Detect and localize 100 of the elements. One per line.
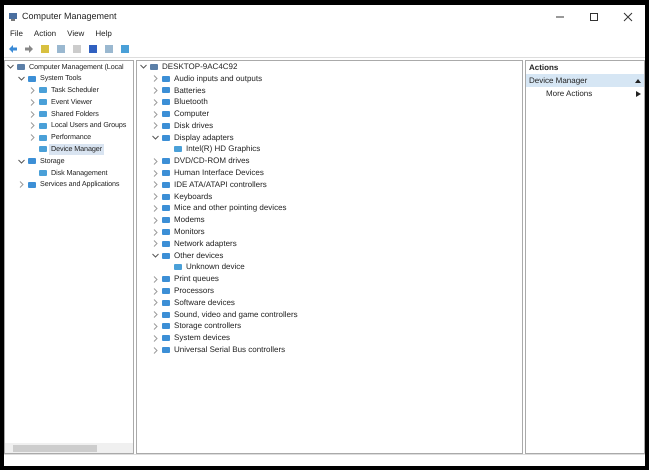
device-icon — [161, 192, 171, 202]
device-icon — [27, 156, 37, 166]
window-title: Computer Management — [22, 10, 118, 23]
device-tree-item[interactable]: Processors — [172, 285, 216, 298]
expand-chevron-icon[interactable] — [151, 216, 160, 225]
device-tree-item[interactable]: Monitors — [172, 226, 207, 238]
device-tree-item[interactable]: Other devices — [172, 250, 226, 262]
device-icon — [161, 132, 171, 143]
device-tree-item[interactable]: Storage controllers — [172, 320, 244, 332]
device-tree-item[interactable]: Unknown device — [184, 261, 247, 274]
expand-chevron-icon[interactable] — [151, 286, 160, 296]
submenu-arrow-icon[interactable] — [636, 90, 641, 96]
collapse-chevron-icon[interactable] — [139, 62, 148, 72]
expand-chevron-icon[interactable] — [151, 322, 160, 331]
device-tree-item[interactable]: Display adapters — [172, 132, 236, 144]
device-tree-item[interactable]: Human Interface Devices — [172, 167, 266, 180]
expand-chevron-icon[interactable] — [151, 346, 160, 355]
expand-chevron-icon[interactable] — [151, 204, 160, 213]
collapse-chevron-icon[interactable] — [17, 156, 26, 166]
horizontal-scrollbar[interactable] — [5, 443, 133, 453]
back-arrow-icon[interactable] — [8, 44, 18, 54]
device-tree-item[interactable]: Intel(R) HD Graphics — [184, 143, 262, 156]
expand-chevron-icon[interactable] — [151, 298, 160, 308]
expand-chevron-icon[interactable] — [151, 168, 160, 178]
menu-item[interactable]: View — [67, 28, 84, 40]
expand-chevron-icon[interactable] — [151, 110, 160, 119]
close-icon[interactable] — [623, 12, 633, 22]
expand-chevron-icon[interactable] — [28, 133, 37, 142]
device-icon — [161, 215, 171, 226]
device-icon — [161, 227, 171, 238]
device-icon — [161, 203, 171, 214]
menu-item[interactable]: File — [10, 28, 23, 40]
device-icon — [161, 180, 171, 190]
expand-chevron-icon[interactable] — [151, 228, 160, 237]
device-icon — [16, 62, 26, 72]
device-icon — [161, 238, 171, 249]
expand-chevron-icon[interactable] — [151, 98, 160, 107]
expand-chevron-icon[interactable] — [151, 334, 160, 343]
action-link[interactable]: More Actions — [546, 88, 592, 100]
collapse-icon[interactable] — [635, 78, 641, 83]
device-icon — [161, 310, 171, 320]
device-icon — [27, 180, 37, 190]
device-tree-item[interactable]: Computer — [172, 108, 212, 120]
collapse-chevron-icon[interactable] — [151, 133, 160, 142]
device-icon — [161, 333, 171, 344]
expand-chevron-icon[interactable] — [151, 86, 160, 95]
device-tree-item[interactable]: Audio inputs and outputs — [172, 72, 264, 85]
device-icon — [38, 120, 48, 131]
device-icon — [38, 132, 48, 143]
device-icon — [161, 168, 171, 178]
device-icon — [173, 144, 183, 154]
device-tree-item[interactable]: DESKTOP-9AC4C92 — [160, 61, 240, 73]
device-icon — [161, 120, 171, 131]
device-tree-item[interactable]: Network adapters — [172, 238, 239, 250]
expand-chevron-icon[interactable] — [28, 121, 37, 130]
device-tree-item[interactable]: Software devices — [172, 296, 237, 309]
actions-section[interactable]: Device Manager — [526, 74, 644, 87]
device-icon — [161, 250, 171, 261]
expand-chevron-icon[interactable] — [151, 192, 160, 202]
device-icon — [38, 85, 48, 96]
expand-chevron-icon[interactable] — [28, 98, 37, 107]
expand-chevron-icon[interactable] — [17, 180, 26, 190]
expand-chevron-icon[interactable] — [151, 310, 160, 320]
collapse-chevron-icon[interactable] — [151, 251, 160, 260]
expand-chevron-icon[interactable] — [151, 274, 160, 284]
expand-chevron-icon[interactable] — [151, 156, 160, 166]
device-icon — [27, 74, 37, 84]
device-tree-item[interactable]: DVD/CD-ROM drives — [172, 155, 252, 168]
device-icon — [161, 345, 171, 356]
computer-icon — [8, 12, 18, 22]
device-icon — [38, 168, 48, 178]
device-icon — [161, 109, 171, 120]
device-tree-item[interactable]: Universal Serial Bus controllers — [172, 344, 288, 356]
device-tree-item[interactable]: Batteries — [172, 84, 208, 96]
device-icon — [38, 97, 48, 108]
expand-chevron-icon[interactable] — [151, 180, 160, 190]
device-tree-item[interactable]: Mice and other pointing devices — [172, 202, 289, 214]
device-icon — [38, 109, 48, 120]
collapse-chevron-icon[interactable] — [6, 62, 15, 72]
maximize-icon[interactable] — [589, 12, 599, 22]
collapse-chevron-icon[interactable] — [17, 74, 26, 84]
device-tree-item[interactable]: System devices — [172, 332, 232, 344]
device-icon — [173, 262, 183, 272]
device-tree-item[interactable]: Sound, video and game controllers — [172, 308, 300, 321]
menu-item[interactable]: Action — [34, 28, 56, 40]
device-tree-item[interactable]: Keyboards — [172, 190, 214, 203]
device-icon — [161, 298, 171, 308]
device-tree-item[interactable]: Bluetooth — [172, 96, 210, 108]
forward-arrow-icon[interactable] — [24, 44, 34, 54]
menu-item[interactable]: Help — [95, 28, 112, 40]
device-icon — [161, 274, 171, 284]
device-tree-item[interactable]: IDE ATA/ATAPI controllers — [172, 178, 269, 191]
expand-chevron-icon[interactable] — [28, 110, 37, 119]
device-icon — [161, 97, 171, 108]
device-tree-item[interactable]: Modems — [172, 214, 207, 226]
device-icon — [38, 144, 48, 154]
device-tree-item[interactable]: Disk drives — [172, 120, 216, 132]
device-icon — [161, 85, 171, 96]
device-tree-item[interactable]: Print queues — [172, 273, 221, 286]
device-icon — [161, 321, 171, 332]
